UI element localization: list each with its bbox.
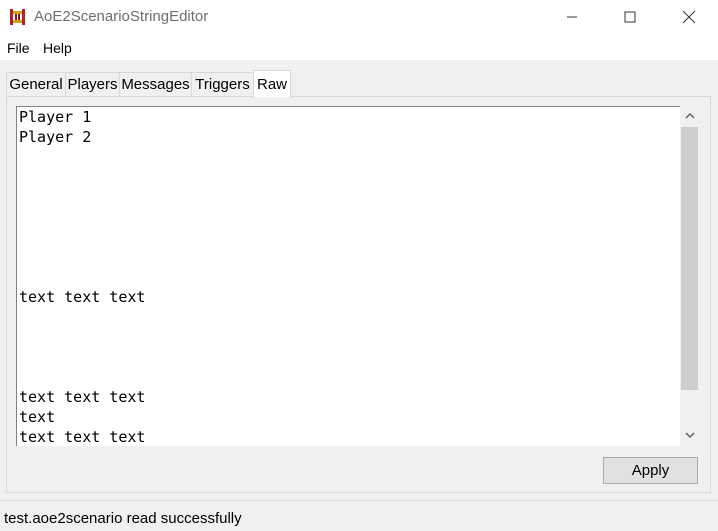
tab-raw[interactable]: Raw <box>253 70 291 97</box>
status-text: test.aoe2scenario read successfully <box>4 510 242 527</box>
menu-bar: File Help <box>0 34 718 60</box>
editor-line: text text text <box>19 288 146 306</box>
editor-line: text text text <box>19 388 146 406</box>
menu-help[interactable]: Help <box>43 40 72 56</box>
status-bar: test.aoe2scenario read successfully <box>0 500 718 531</box>
tab-general[interactable]: General <box>6 72 66 96</box>
minimize-button[interactable] <box>543 0 601 34</box>
close-button[interactable] <box>660 0 718 34</box>
editor-scrollbar[interactable] <box>680 106 699 446</box>
close-icon <box>682 10 696 24</box>
tab-players[interactable]: Players <box>65 72 120 96</box>
app-icon <box>10 9 25 25</box>
tab-triggers[interactable]: Triggers <box>191 72 254 96</box>
title-bar: AoE2ScenarioStringEditor <box>0 0 718 34</box>
menu-file[interactable]: File <box>7 40 30 56</box>
scroll-thumb[interactable] <box>681 127 698 390</box>
raw-text-editor[interactable]: Player 1 Player 2 text text text text text … <box>16 106 680 446</box>
scroll-up-icon[interactable] <box>685 112 695 120</box>
editor-line: text text text <box>19 428 146 446</box>
minimize-icon <box>567 16 577 18</box>
window-title: AoE2ScenarioStringEditor <box>34 8 209 25</box>
maximize-icon <box>624 11 636 23</box>
editor-line: Player 2 <box>19 128 92 146</box>
maximize-button[interactable] <box>601 0 659 34</box>
scroll-down-icon[interactable] <box>685 431 695 439</box>
tab-messages[interactable]: Messages <box>119 72 192 96</box>
apply-button[interactable]: Apply <box>603 457 698 484</box>
editor-line: text <box>19 408 56 426</box>
editor-line: Player 1 <box>19 108 92 126</box>
